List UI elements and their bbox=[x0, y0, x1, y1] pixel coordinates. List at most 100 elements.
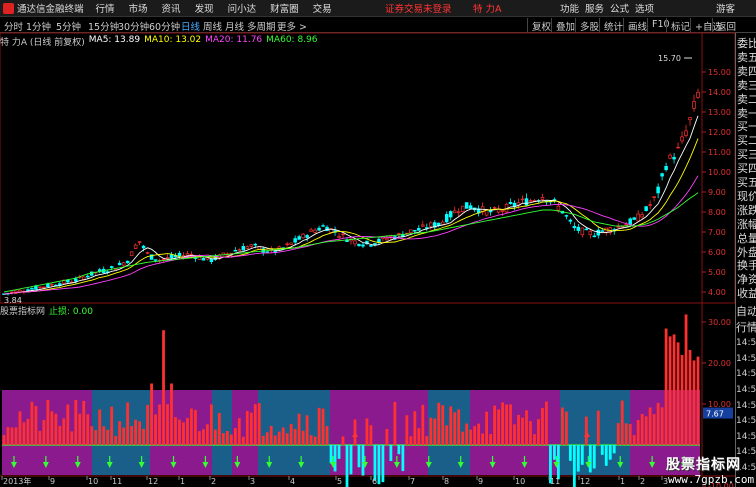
sidebar-mode-label[interactable]: 行情 bbox=[736, 321, 756, 335]
histogram-bar-up bbox=[505, 404, 508, 445]
histogram-bar-up bbox=[640, 413, 644, 445]
histogram-bar-up bbox=[213, 429, 217, 445]
candle-up bbox=[636, 213, 640, 222]
candle-up bbox=[456, 211, 461, 214]
candle-down bbox=[656, 186, 660, 194]
sidebar-quote-label: 买四 bbox=[737, 162, 756, 176]
histogram-bar-up bbox=[437, 402, 441, 445]
candle-up bbox=[309, 229, 313, 232]
price-tick-label: 7.00 bbox=[708, 228, 726, 237]
candle-down bbox=[169, 254, 174, 259]
candle-down bbox=[109, 266, 114, 268]
ma20-line bbox=[3, 175, 699, 295]
price-tick-label: 15.00 bbox=[708, 68, 731, 77]
histogram-bar-up bbox=[405, 415, 409, 445]
ma60-label: MA60: 8.96 bbox=[266, 35, 318, 45]
sidebar-quote-label: 委比 bbox=[737, 37, 756, 50]
histogram-bar-up bbox=[441, 405, 445, 445]
candle-down bbox=[464, 202, 469, 209]
candle-up bbox=[145, 252, 150, 254]
histogram-bar-up bbox=[265, 432, 269, 445]
candle-up bbox=[528, 200, 533, 202]
histogram-bar-up bbox=[461, 431, 465, 445]
histogram-bar-up bbox=[257, 403, 261, 445]
candle-down bbox=[357, 243, 361, 247]
histogram-bar-up bbox=[186, 417, 189, 445]
histogram-bar-up bbox=[90, 426, 94, 445]
sidebar-mode-label[interactable]: 自动 bbox=[736, 305, 756, 319]
histogram-bar-up bbox=[616, 423, 620, 445]
sidebar-quote-label: 买二 bbox=[737, 134, 756, 148]
histogram-bar-up bbox=[688, 349, 692, 445]
candle-up bbox=[237, 249, 242, 252]
price-tick-label: 8.00 bbox=[708, 208, 726, 217]
histogram-bar-up bbox=[54, 413, 58, 445]
histogram-bar-up bbox=[241, 436, 245, 445]
ma5-label: MA5: 13.89 bbox=[88, 35, 141, 45]
sidebar-tick-time: 14:50 bbox=[736, 416, 756, 427]
price-tick-label: 6.00 bbox=[708, 248, 726, 257]
histogram-bar-up bbox=[261, 435, 265, 445]
sidebar-tick-time: 14:50 bbox=[736, 369, 756, 380]
histogram-bar-up bbox=[656, 402, 660, 445]
candle-up bbox=[165, 257, 170, 259]
candle-down bbox=[305, 235, 309, 238]
date-axis-label: 5 bbox=[337, 477, 342, 486]
price-tick-label: 13.00 bbox=[708, 108, 731, 117]
histogram-bar-up bbox=[98, 409, 102, 445]
histogram-bar-up bbox=[529, 421, 532, 445]
date-axis-label: 3 bbox=[250, 477, 255, 486]
candle-down bbox=[572, 226, 577, 229]
histogram-bar-down bbox=[333, 445, 337, 472]
histogram-bar-up bbox=[560, 407, 564, 445]
candle-down bbox=[66, 279, 70, 283]
candle-down bbox=[253, 243, 258, 246]
histogram-bar-up bbox=[285, 433, 289, 445]
histogram-bar-up bbox=[692, 360, 696, 445]
date-axis-label: 1 bbox=[180, 477, 185, 486]
candle-down bbox=[74, 278, 78, 282]
histogram-bar-down bbox=[604, 445, 608, 466]
kline-chart[interactable]: 15.0014.0013.0012.0011.0010.009.008.007.… bbox=[0, 0, 735, 487]
date-axis-label: 9 bbox=[478, 477, 483, 486]
histogram-bar-up bbox=[537, 419, 540, 445]
candle-down bbox=[512, 202, 517, 207]
histogram-bar-down bbox=[592, 445, 596, 469]
sidebar-quote-label: 卖三 bbox=[737, 78, 756, 92]
candle-down bbox=[317, 227, 321, 231]
histogram-bar-up bbox=[453, 412, 457, 445]
histogram-bar-up bbox=[672, 334, 676, 445]
candle-up bbox=[50, 283, 54, 286]
candle-down bbox=[321, 225, 325, 227]
date-axis-label: 4 bbox=[290, 477, 295, 486]
date-axis-label: 12 bbox=[148, 477, 158, 486]
histogram-bar-down bbox=[357, 445, 361, 468]
histogram-bar-up bbox=[78, 413, 82, 445]
histogram-bar-up bbox=[477, 423, 481, 445]
date-axis-label: 7 bbox=[410, 477, 415, 486]
candle-up bbox=[440, 221, 445, 225]
date-axis-label: 6 bbox=[372, 477, 377, 486]
candle-down bbox=[297, 236, 301, 240]
histogram-bar-up bbox=[309, 435, 313, 445]
histogram-bar-up bbox=[636, 419, 640, 445]
histogram-bar-down bbox=[600, 445, 604, 455]
candle-up bbox=[42, 286, 46, 289]
candle-down bbox=[568, 219, 573, 222]
histogram-bar-up bbox=[525, 410, 528, 445]
histogram-bar-up bbox=[341, 436, 345, 445]
histogram-bar-up bbox=[233, 428, 237, 445]
candle-up bbox=[249, 244, 254, 247]
candle-down bbox=[413, 229, 417, 232]
histogram-bar-up bbox=[170, 383, 173, 445]
histogram-bar-up bbox=[465, 423, 469, 445]
sidebar-quote-label: 涨跌 bbox=[737, 203, 756, 217]
sidebar-quote-label: 卖二 bbox=[737, 92, 756, 106]
histogram-bar-up bbox=[469, 429, 473, 445]
indicator-header: 股票指标网 止损: 0.00 bbox=[0, 304, 93, 317]
histogram-bar-down bbox=[568, 445, 572, 461]
candle-up bbox=[684, 130, 688, 136]
date-axis-label: 9 bbox=[50, 477, 55, 486]
indicator-name[interactable]: 股票指标网 bbox=[0, 304, 45, 317]
sidebar-quote-label: 买一 bbox=[737, 120, 756, 134]
